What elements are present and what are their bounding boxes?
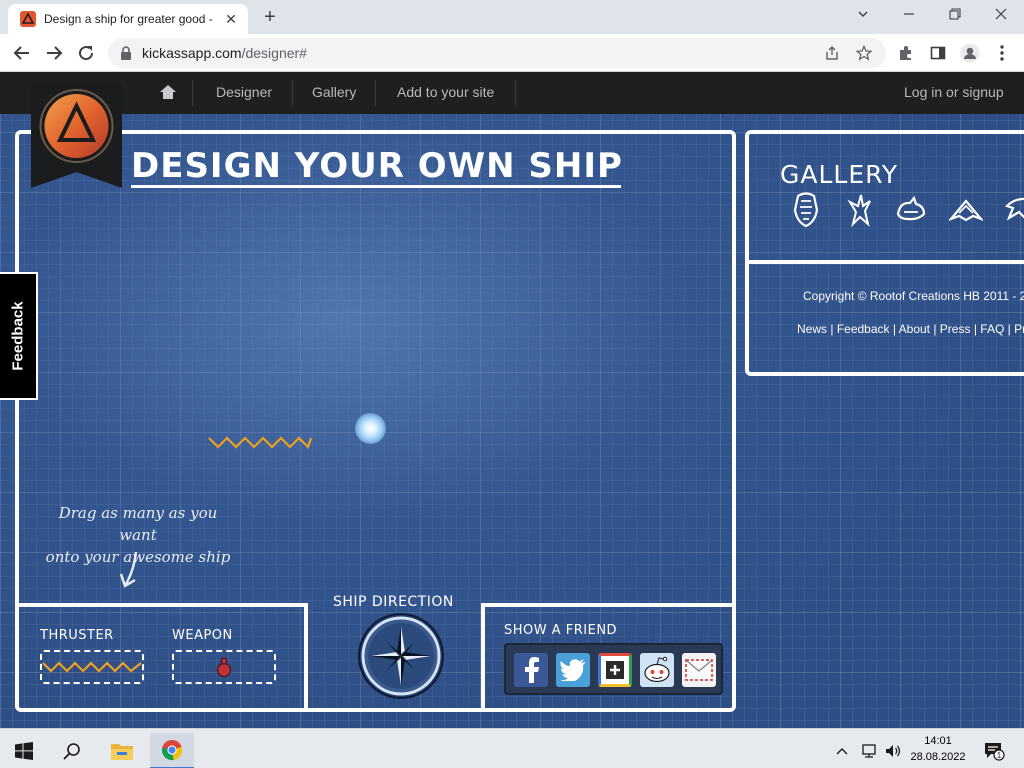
share-page-icon[interactable]	[824, 45, 840, 61]
chrome-taskbar-icon[interactable]	[150, 733, 194, 768]
browser-tab[interactable]: Design a ship for greater good - ✕	[8, 4, 248, 34]
footer-link-faq[interactable]: FAQ	[980, 322, 1004, 336]
gallery-ship-4-icon[interactable]	[949, 192, 983, 228]
kickass-favicon-icon	[20, 11, 36, 27]
side-panel-icon[interactable]	[926, 41, 950, 65]
notification-center-icon[interactable]: 1	[976, 733, 1012, 768]
windows-taskbar: 14:01 28.08.2022 1	[0, 728, 1024, 768]
footer-link-feedback[interactable]: Feedback	[837, 322, 890, 336]
thruster-label: THRUSTER	[40, 628, 114, 643]
footer-link-about[interactable]: About	[899, 322, 930, 336]
gallery-ship-3-icon[interactable]	[894, 192, 928, 228]
weapon-bomb-icon[interactable]	[216, 656, 232, 678]
close-window-button[interactable]	[984, 4, 1018, 26]
windows-start-icon[interactable]	[2, 733, 46, 768]
page-title: DESIGN YOUR OWN SHIP	[131, 146, 623, 186]
nav-divider	[375, 80, 376, 106]
browser-tab-strip: Design a ship for greater good - ✕ +	[0, 0, 1024, 34]
login-signup-link[interactable]: Log in or signup	[904, 84, 1004, 100]
email-share-icon[interactable]	[682, 653, 716, 687]
nav-divider	[515, 80, 516, 106]
bookmark-star-icon[interactable]	[856, 45, 872, 61]
google-plus-share-icon[interactable]	[598, 653, 632, 687]
forward-arrow-icon[interactable]	[42, 41, 66, 65]
web-page: Designer Gallery Add to your site Log in…	[0, 72, 1024, 728]
nav-link-gallery[interactable]: Gallery	[312, 84, 356, 100]
back-arrow-icon[interactable]	[10, 41, 34, 65]
facebook-share-icon[interactable]	[514, 653, 548, 687]
minimize-button[interactable]	[892, 4, 926, 26]
ship-direction-label: SHIP DIRECTION	[333, 594, 454, 610]
chevron-up-icon[interactable]	[830, 733, 854, 768]
browser-menu-icon[interactable]	[990, 41, 1014, 65]
lock-icon	[121, 46, 131, 60]
nav-link-designer[interactable]: Designer	[216, 84, 272, 100]
thruster-part-slot[interactable]	[40, 650, 144, 684]
placed-thruster-part[interactable]	[208, 434, 312, 450]
home-icon[interactable]	[159, 84, 177, 105]
footer-link-privacy[interactable]: Pr	[1014, 322, 1024, 336]
profile-avatar-icon[interactable]	[958, 41, 982, 65]
network-icon[interactable]	[856, 733, 882, 768]
clock-time: 14:01	[924, 735, 952, 747]
footer-link-news[interactable]: News	[797, 322, 827, 336]
new-tab-button[interactable]: +	[258, 5, 282, 29]
title-underline	[131, 185, 621, 188]
reload-icon[interactable]	[74, 41, 98, 65]
notification-count: 1	[997, 751, 1002, 760]
gallery-title[interactable]: GALLERY	[780, 160, 898, 189]
drag-hint-line-1: Drag as many as you want	[58, 504, 218, 544]
clock-date: 28.08.2022	[910, 751, 966, 763]
kickass-logo-badge[interactable]	[31, 84, 122, 188]
footer-links: News | Feedback | About | Press | FAQ | …	[797, 322, 1024, 336]
feedback-tab[interactable]: Feedback	[0, 272, 38, 400]
ship-core-orb[interactable]	[355, 413, 386, 444]
compass-direction-icon[interactable]	[357, 612, 445, 700]
nav-divider	[292, 80, 293, 106]
nav-divider	[192, 80, 193, 106]
weapon-label: WEAPON	[172, 628, 233, 643]
file-explorer-icon[interactable]	[100, 733, 144, 768]
restore-button[interactable]	[938, 4, 972, 26]
twitter-share-icon[interactable]	[556, 653, 590, 687]
address-bar[interactable]: kickassapp.com/designer#	[108, 38, 886, 68]
gallery-ship-2-icon[interactable]	[843, 192, 877, 228]
tab-title: Design a ship for greater good -	[44, 12, 213, 26]
share-buttons-bar	[504, 643, 723, 695]
search-icon[interactable]	[50, 733, 94, 768]
site-navigation: Designer Gallery Add to your site Log in…	[0, 72, 1024, 114]
chevron-down-icon[interactable]	[846, 4, 880, 26]
hint-arrow-icon	[119, 551, 138, 588]
weapon-part-slot[interactable]	[172, 650, 276, 684]
browser-toolbar: kickassapp.com/designer#	[0, 34, 1024, 72]
gallery-ship-5-icon[interactable]	[1003, 192, 1024, 228]
show-friend-label: SHOW A FRIEND	[504, 623, 618, 638]
gallery-ship-1-icon[interactable]	[789, 192, 823, 228]
nav-link-add-to-site[interactable]: Add to your site	[397, 84, 494, 100]
copyright-text: Copyright © Rootof Creations HB 2011 - 2	[803, 289, 1024, 303]
url-text: kickassapp.com/designer#	[142, 45, 307, 61]
tab-close-icon[interactable]: ✕	[222, 11, 240, 28]
thruster-zigzag-icon[interactable]	[42, 659, 142, 675]
gallery-divider	[745, 260, 1024, 264]
system-clock[interactable]: 14:01 28.08.2022	[908, 733, 968, 765]
volume-icon[interactable]	[880, 733, 906, 768]
feedback-tab-label: Feedback	[9, 301, 27, 371]
reddit-share-icon[interactable]	[640, 653, 674, 687]
footer-link-press[interactable]: Press	[940, 322, 971, 336]
extensions-puzzle-icon[interactable]	[894, 41, 918, 65]
